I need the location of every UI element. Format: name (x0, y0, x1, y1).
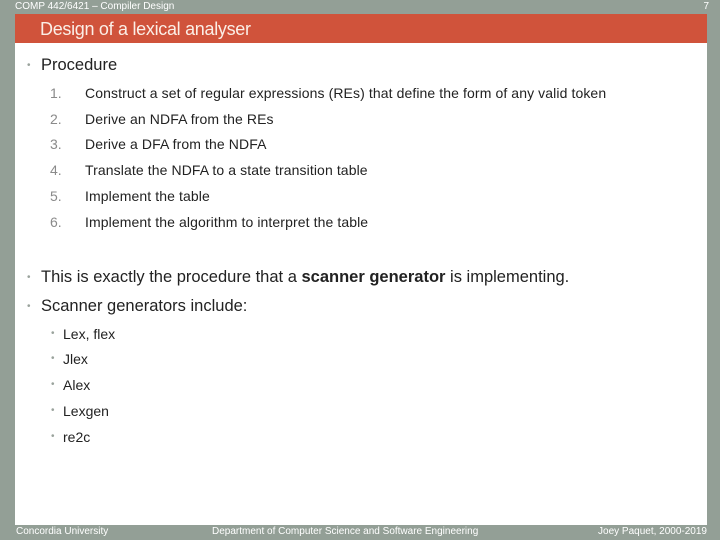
step-number: 5. (50, 188, 62, 204)
bullet-dot-icon: • (51, 379, 55, 390)
step-text: Translate the NDFA to a state transition… (85, 162, 368, 178)
step-text: Derive an NDFA from the REs (85, 111, 274, 127)
bullet-dot-icon: • (51, 431, 55, 442)
bullet-dot-icon: • (51, 353, 55, 364)
bullet-dot-icon: • (51, 328, 55, 339)
course-title: COMP 442/6421 – Compiler Design (15, 1, 175, 12)
generator-name: Alex (63, 377, 91, 393)
bullet-dot-icon: • (27, 272, 31, 283)
statement-after: is implementing. (445, 268, 570, 286)
bullet-dot-icon: • (27, 301, 31, 312)
step-text: Construct a set of regular expressions (… (85, 85, 607, 101)
generator-name: Lex, flex (63, 326, 116, 342)
bullet-dot-icon: • (51, 405, 55, 416)
statement-text: This is exactly the procedure that a sca… (41, 267, 569, 287)
statement-bold-term: scanner generator (301, 268, 446, 286)
footer-university: Concordia University (16, 526, 109, 537)
generator-name: re2c (63, 429, 91, 445)
step-text: Derive a DFA from the NDFA (85, 136, 267, 152)
slide-header: COMP 442/6421 – Compiler Design 7 (0, 0, 720, 14)
slide-footer: Concordia University Department of Compu… (0, 525, 720, 540)
step-number: 4. (50, 162, 62, 178)
step-number: 6. (50, 214, 62, 230)
generators-heading: Scanner generators include: (41, 297, 248, 315)
footer-author: Joey Paquet, 2000-2019 (598, 526, 707, 537)
step-text: Implement the algorithm to interpret the… (85, 214, 369, 230)
generator-name: Jlex (63, 351, 88, 367)
slide-title: Design of a lexical analyser (40, 19, 251, 39)
title-bar: Design of a lexical analyser (15, 14, 707, 43)
page-number: 7 (703, 1, 709, 12)
step-number: 2. (50, 111, 62, 127)
footer-department: Department of Computer Science and Softw… (212, 526, 479, 537)
step-text: Implement the table (85, 188, 210, 204)
bullet-dot-icon: • (27, 60, 31, 71)
step-number: 3. (50, 136, 62, 152)
procedure-heading: Procedure (41, 56, 118, 74)
step-number: 1. (50, 85, 62, 101)
generator-name: Lexgen (63, 403, 109, 419)
slide-content: • Procedure 1. Construct a set of regula… (15, 43, 707, 525)
statement-before: This is exactly the procedure that a (41, 268, 302, 286)
